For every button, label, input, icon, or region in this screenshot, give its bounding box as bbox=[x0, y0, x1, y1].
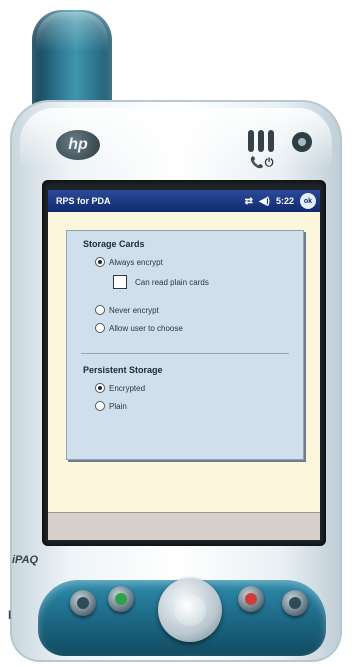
radio-label: Allow user to choose bbox=[109, 323, 183, 333]
pda-screen: RPS for PDA ⇄ ◀) 5:22 ok Storage Cards A… bbox=[48, 190, 320, 540]
checkbox-icon[interactable] bbox=[113, 275, 127, 289]
persistent-storage-title: Persistent Storage bbox=[83, 365, 163, 375]
checkbox-label: Can read plain cards bbox=[135, 277, 209, 287]
volume-icon[interactable]: ◀) bbox=[259, 196, 270, 207]
home-button-icon[interactable] bbox=[282, 590, 308, 616]
status-indicator-icons: 📞⏻ bbox=[250, 157, 275, 169]
clock-time[interactable]: 5:22 bbox=[276, 196, 294, 206]
power-icon[interactable] bbox=[292, 132, 312, 152]
radio-selected-icon[interactable] bbox=[95, 383, 105, 393]
radio-selected-icon[interactable] bbox=[95, 257, 105, 267]
radio-label: Always encrypt bbox=[109, 257, 163, 267]
inbox-button-icon[interactable] bbox=[238, 586, 264, 612]
ok-button[interactable]: ok bbox=[300, 193, 316, 209]
sync-icon[interactable]: ⇄ bbox=[245, 196, 253, 207]
radio-unselected-icon[interactable] bbox=[95, 401, 105, 411]
side-mark: I bbox=[8, 608, 12, 622]
ipaq-logo: iPAQ bbox=[12, 554, 39, 566]
command-bar[interactable] bbox=[48, 512, 320, 540]
radio-plain[interactable]: Plain bbox=[95, 401, 127, 411]
speaker-grille-icon bbox=[248, 130, 282, 152]
antenna-shine bbox=[36, 12, 108, 52]
radio-label: Plain bbox=[109, 401, 127, 411]
app-title: RPS for PDA bbox=[56, 196, 111, 206]
contacts-button-icon[interactable] bbox=[108, 586, 134, 612]
radio-unselected-icon[interactable] bbox=[95, 323, 105, 333]
radio-always-encrypt[interactable]: Always encrypt bbox=[95, 257, 163, 267]
radio-encrypted[interactable]: Encrypted bbox=[95, 383, 145, 393]
title-bar: RPS for PDA ⇄ ◀) 5:22 ok bbox=[48, 190, 320, 212]
navigation-pad-icon[interactable] bbox=[158, 578, 222, 642]
storage-cards-title: Storage Cards bbox=[83, 239, 145, 249]
hp-logo-icon: hp bbox=[56, 130, 100, 160]
calendar-button-icon[interactable] bbox=[70, 590, 96, 616]
radio-label: Never encrypt bbox=[109, 305, 159, 315]
section-divider bbox=[81, 353, 289, 354]
checkbox-can-read-plain-cards[interactable]: Can read plain cards bbox=[113, 275, 209, 289]
radio-never-encrypt[interactable]: Never encrypt bbox=[95, 305, 159, 315]
settings-panel: Storage Cards Always encrypt Can read pl… bbox=[66, 230, 304, 460]
radio-allow-user-to-choose[interactable]: Allow user to choose bbox=[95, 323, 183, 333]
radio-label: Encrypted bbox=[109, 383, 146, 393]
radio-unselected-icon[interactable] bbox=[95, 305, 105, 315]
